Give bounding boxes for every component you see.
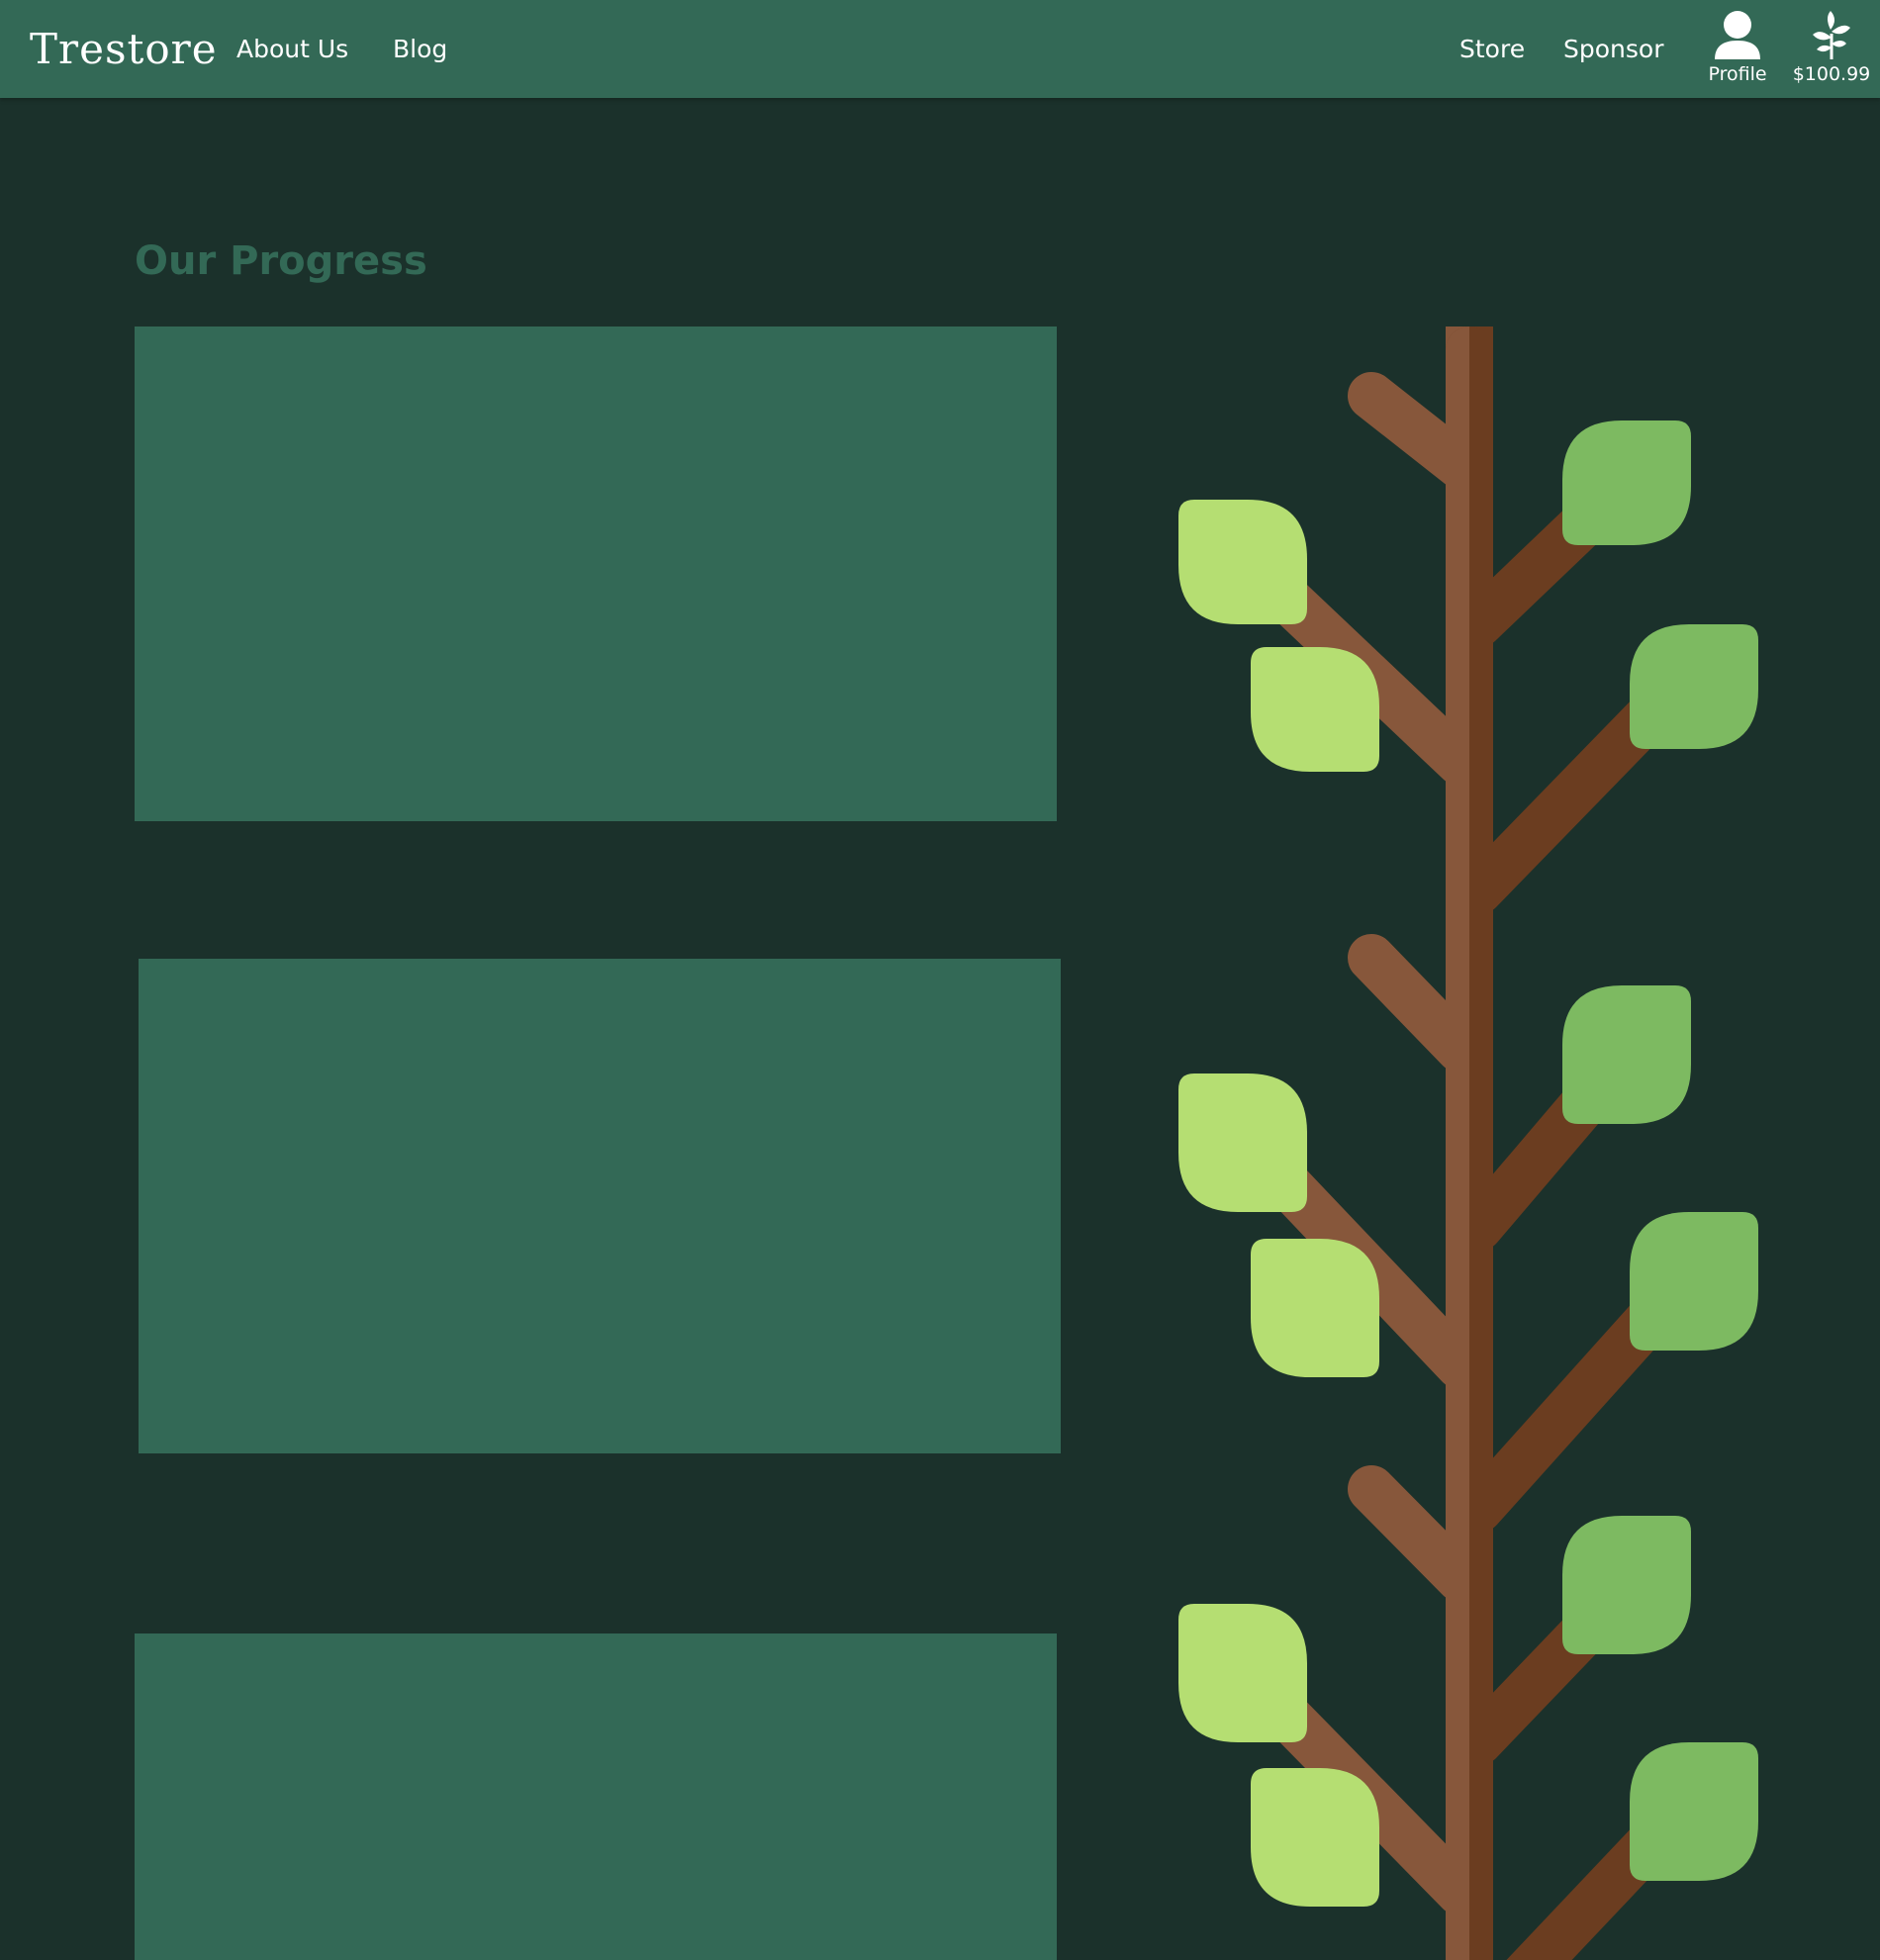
progress-card-2 [139, 959, 1061, 1453]
top-navbar: Trestore About Us Blog Store Sponsor Pro… [0, 0, 1880, 98]
leaf-light-1 [1178, 500, 1307, 624]
nav-blog-link[interactable]: Blog [393, 32, 447, 67]
leaf-dark-5 [1562, 1516, 1691, 1654]
leaf-light-6 [1251, 1768, 1379, 1907]
branch-right-6 [1506, 1817, 1676, 1960]
tree-illustration [1178, 327, 1758, 1960]
balance-amount: $100.99 [1792, 63, 1871, 85]
person-icon [1715, 11, 1760, 59]
trunk-left-half [1446, 327, 1469, 1960]
nav-store-link[interactable]: Store [1459, 32, 1525, 67]
nav-sponsor-link[interactable]: Sponsor [1563, 32, 1663, 67]
logo[interactable]: Trestore [30, 22, 218, 77]
profile-label: Profile [1708, 63, 1767, 85]
trunk-right-half [1469, 327, 1493, 1960]
branch-right-4 [1456, 1292, 1676, 1533]
leaf-light-2 [1251, 647, 1379, 772]
leaf-light-3 [1178, 1073, 1307, 1212]
progress-card-3 [135, 1633, 1057, 1960]
leaf-dark-4 [1630, 1212, 1758, 1351]
progress-card-1 [135, 327, 1057, 821]
nav-about-us-link[interactable]: About Us [236, 32, 348, 67]
branch-right-2 [1456, 689, 1676, 914]
leaf-dark-1 [1562, 420, 1691, 545]
leaf-dark-6 [1630, 1742, 1758, 1881]
sprout-icon [1813, 11, 1850, 59]
balance-button[interactable]: $100.99 [1787, 8, 1876, 89]
leaf-light-5 [1178, 1604, 1307, 1742]
leaf-dark-2 [1630, 624, 1758, 749]
page-title: Our Progress [135, 238, 427, 284]
leaf-dark-3 [1562, 985, 1691, 1124]
profile-button[interactable]: Profile [1693, 8, 1782, 89]
leaf-light-4 [1251, 1239, 1379, 1377]
